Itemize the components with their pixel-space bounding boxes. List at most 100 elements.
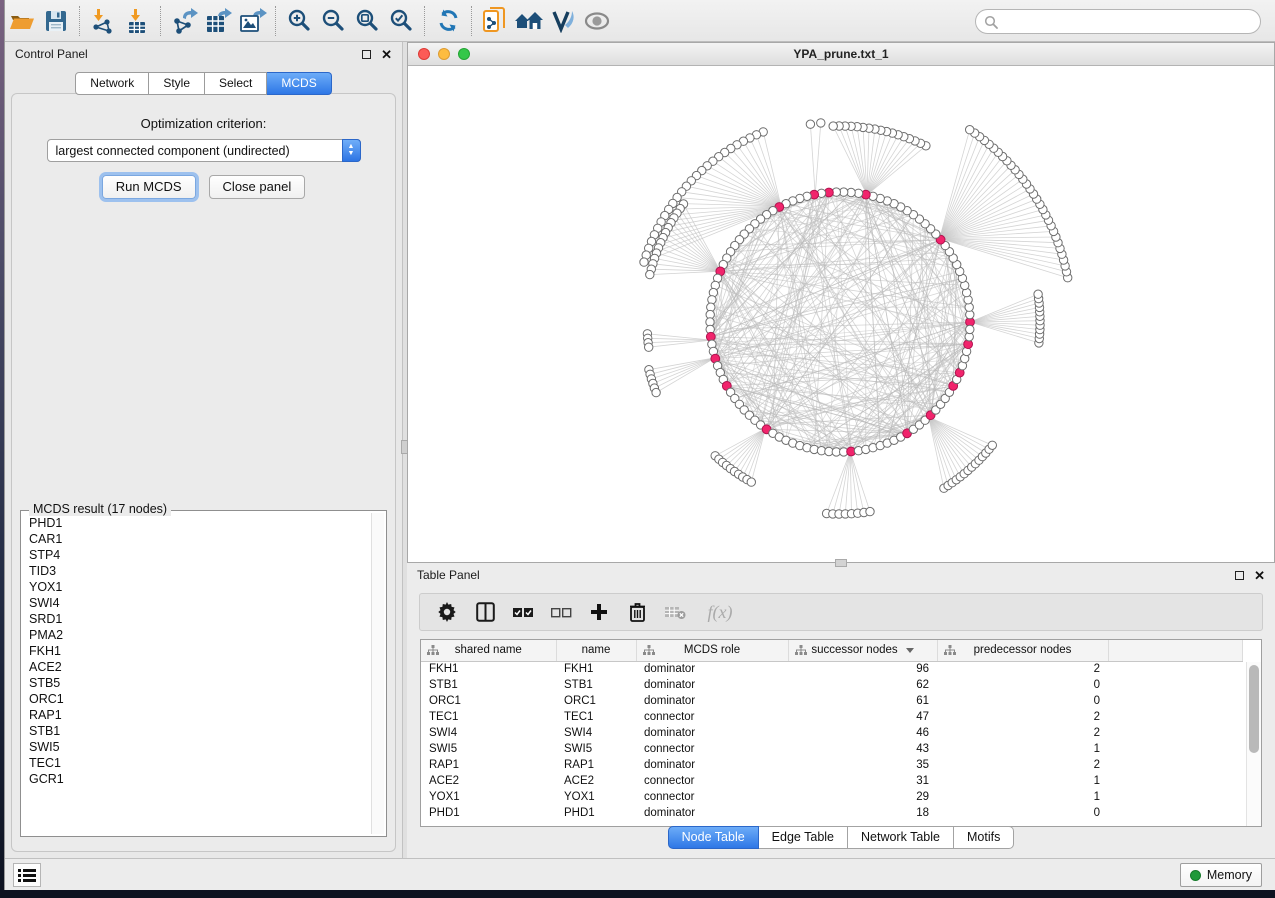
column-header-predecessor-nodes[interactable]: predecessor nodes xyxy=(937,640,1108,661)
table-row[interactable]: YOX1YOX1connector291 xyxy=(421,789,1243,805)
tab-style[interactable]: Style xyxy=(149,72,205,95)
search-input[interactable] xyxy=(998,12,1260,32)
hide-eye-button[interactable] xyxy=(580,5,614,37)
zoom-in-button[interactable] xyxy=(282,5,316,37)
table-row[interactable]: RAP1RAP1dominator352 xyxy=(421,757,1243,773)
result-list-item[interactable]: ACE2 xyxy=(25,659,369,675)
search-box[interactable] xyxy=(975,9,1261,34)
result-list-item[interactable]: GCR1 xyxy=(25,771,369,787)
network-home-button[interactable] xyxy=(512,5,546,37)
cell-predecessor_nodes[interactable]: 2 xyxy=(937,757,1108,773)
table-row[interactable]: ORC1ORC1dominator610 xyxy=(421,693,1243,709)
cell-predecessor_nodes[interactable]: 0 xyxy=(937,805,1108,821)
cell-predecessor_nodes[interactable]: 0 xyxy=(937,693,1108,709)
horizontal-splitter-handle[interactable] xyxy=(835,559,847,567)
result-list-item[interactable]: YOX1 xyxy=(25,579,369,595)
cell-name[interactable]: RAP1 xyxy=(556,757,636,773)
refresh-layout-button[interactable] xyxy=(431,5,465,37)
cell-shared_name[interactable]: SWI5 xyxy=(421,741,556,757)
zoom-selected-button[interactable] xyxy=(384,5,418,37)
task-history-button[interactable] xyxy=(13,863,41,887)
cell-successor_nodes[interactable]: 31 xyxy=(788,773,937,789)
cell-mcds_role[interactable]: dominator xyxy=(636,661,788,677)
cell-name[interactable]: TEC1 xyxy=(556,709,636,725)
cell-predecessor_nodes[interactable]: 1 xyxy=(937,789,1108,805)
settings-gear-button[interactable] xyxy=(434,598,460,626)
cell-name[interactable]: SWI4 xyxy=(556,725,636,741)
zoom-fit-button[interactable] xyxy=(350,5,384,37)
cell-shared_name[interactable]: SWI4 xyxy=(421,725,556,741)
cell-shared_name[interactable]: STB1 xyxy=(421,677,556,693)
cell-mcds_role[interactable]: dominator xyxy=(636,725,788,741)
zoom-out-button[interactable] xyxy=(316,5,350,37)
table-row[interactable]: ACE2ACE2connector311 xyxy=(421,773,1243,789)
table-row[interactable]: SWI5SWI5connector431 xyxy=(421,741,1243,757)
cell-shared_name[interactable]: ACE2 xyxy=(421,773,556,789)
run-mcds-button[interactable]: Run MCDS xyxy=(102,175,196,199)
tab-network[interactable]: Network xyxy=(75,72,149,95)
column-header-shared-name[interactable]: shared name xyxy=(421,640,556,661)
export-table-button[interactable] xyxy=(201,5,235,37)
network-canvas[interactable] xyxy=(408,66,1274,562)
export-network-file-button[interactable] xyxy=(478,5,512,37)
cell-successor_nodes[interactable]: 29 xyxy=(788,789,937,805)
tab-motifs[interactable]: Motifs xyxy=(954,826,1014,849)
cell-mcds_role[interactable]: dominator xyxy=(636,677,788,693)
cell-successor_nodes[interactable]: 46 xyxy=(788,725,937,741)
cell-shared_name[interactable]: PHD1 xyxy=(421,805,556,821)
vizmapper-button[interactable] xyxy=(546,5,580,37)
select-all-button[interactable] xyxy=(510,598,536,626)
column-header-name[interactable]: name xyxy=(556,640,636,661)
cell-shared_name[interactable]: FKH1 xyxy=(421,661,556,677)
tab-network-table[interactable]: Network Table xyxy=(848,826,954,849)
cell-name[interactable]: ACE2 xyxy=(556,773,636,789)
result-list-scrollbar[interactable] xyxy=(371,513,384,834)
cell-successor_nodes[interactable]: 43 xyxy=(788,741,937,757)
function-builder-button[interactable]: f(x) xyxy=(700,598,740,626)
result-list-item[interactable]: SWI5 xyxy=(25,739,369,755)
cell-successor_nodes[interactable]: 96 xyxy=(788,661,937,677)
cell-successor_nodes[interactable]: 47 xyxy=(788,709,937,725)
delete-column-button[interactable] xyxy=(624,598,650,626)
cell-predecessor_nodes[interactable]: 1 xyxy=(937,773,1108,789)
table-row[interactable]: STB1STB1dominator620 xyxy=(421,677,1243,693)
result-list-item[interactable]: TEC1 xyxy=(25,755,369,771)
export-image-button[interactable] xyxy=(235,5,269,37)
node-table[interactable]: shared namenameMCDS rolesuccessor nodesp… xyxy=(420,639,1262,827)
cell-successor_nodes[interactable]: 61 xyxy=(788,693,937,709)
cell-name[interactable]: STB1 xyxy=(556,677,636,693)
tab-select[interactable]: Select xyxy=(205,72,267,95)
table-row[interactable]: PHD1PHD1dominator180 xyxy=(421,805,1243,821)
result-list-item[interactable]: CAR1 xyxy=(25,531,369,547)
table-row[interactable]: SWI4SWI4dominator462 xyxy=(421,725,1243,741)
optimization-select[interactable]: largest connected component (undirected)… xyxy=(47,139,361,162)
cell-mcds_role[interactable]: connector xyxy=(636,741,788,757)
close-panel-icon[interactable]: ✕ xyxy=(1254,569,1265,582)
result-list-item[interactable]: SRD1 xyxy=(25,611,369,627)
float-panel-icon[interactable] xyxy=(1235,571,1244,580)
cell-mcds_role[interactable]: connector xyxy=(636,773,788,789)
tab-mcds[interactable]: MCDS xyxy=(267,72,331,95)
cell-predecessor_nodes[interactable]: 2 xyxy=(937,725,1108,741)
close-panel-button[interactable]: Close panel xyxy=(209,175,306,199)
cell-predecessor_nodes[interactable]: 1 xyxy=(937,741,1108,757)
result-list-item[interactable]: SWI4 xyxy=(25,595,369,611)
cell-mcds_role[interactable]: dominator xyxy=(636,693,788,709)
cell-mcds_role[interactable]: connector xyxy=(636,789,788,805)
tab-edge-table[interactable]: Edge Table xyxy=(759,826,848,849)
table-row[interactable]: TEC1TEC1connector472 xyxy=(421,709,1243,725)
column-header-MCDS-role[interactable]: MCDS role xyxy=(636,640,788,661)
result-list-item[interactable]: STB5 xyxy=(25,675,369,691)
cell-name[interactable]: FKH1 xyxy=(556,661,636,677)
cell-successor_nodes[interactable]: 62 xyxy=(788,677,937,693)
cell-successor_nodes[interactable]: 35 xyxy=(788,757,937,773)
cell-shared_name[interactable]: TEC1 xyxy=(421,709,556,725)
sort-chevron-icon[interactable] xyxy=(906,648,914,653)
import-table-button[interactable] xyxy=(120,5,154,37)
table-scrollbar[interactable] xyxy=(1246,662,1261,826)
float-panel-icon[interactable] xyxy=(362,50,371,59)
cell-name[interactable]: YOX1 xyxy=(556,789,636,805)
cell-name[interactable]: PHD1 xyxy=(556,805,636,821)
cell-mcds_role[interactable]: dominator xyxy=(636,805,788,821)
column-browser-button[interactable] xyxy=(472,598,498,626)
